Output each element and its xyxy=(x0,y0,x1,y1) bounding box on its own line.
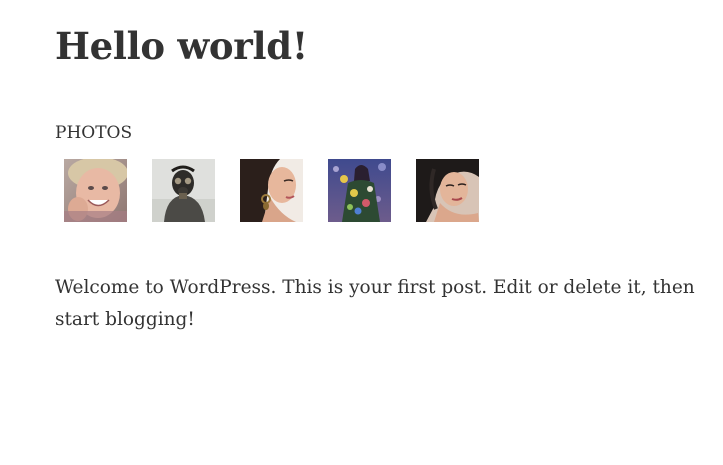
photo-gallery xyxy=(64,159,504,222)
gallery-heading: PHOTOS xyxy=(55,123,133,143)
gas-mask-photo xyxy=(152,159,215,222)
woman-earring-photo xyxy=(240,159,303,222)
gallery-thumbnail-2[interactable] xyxy=(152,159,215,222)
gallery-thumbnail-5[interactable] xyxy=(416,159,479,222)
post-title[interactable]: Hello world! xyxy=(55,22,308,70)
smiling-child-photo xyxy=(64,159,127,222)
woman-floral-dress-photo xyxy=(328,159,391,222)
gallery-thumbnail-1[interactable] xyxy=(64,159,127,222)
dark-haired-woman-photo xyxy=(416,159,479,222)
post-content: Welcome to WordPress. This is your first… xyxy=(55,277,695,330)
gallery-thumbnail-4[interactable] xyxy=(328,159,391,222)
gallery-thumbnail-3[interactable] xyxy=(240,159,303,222)
